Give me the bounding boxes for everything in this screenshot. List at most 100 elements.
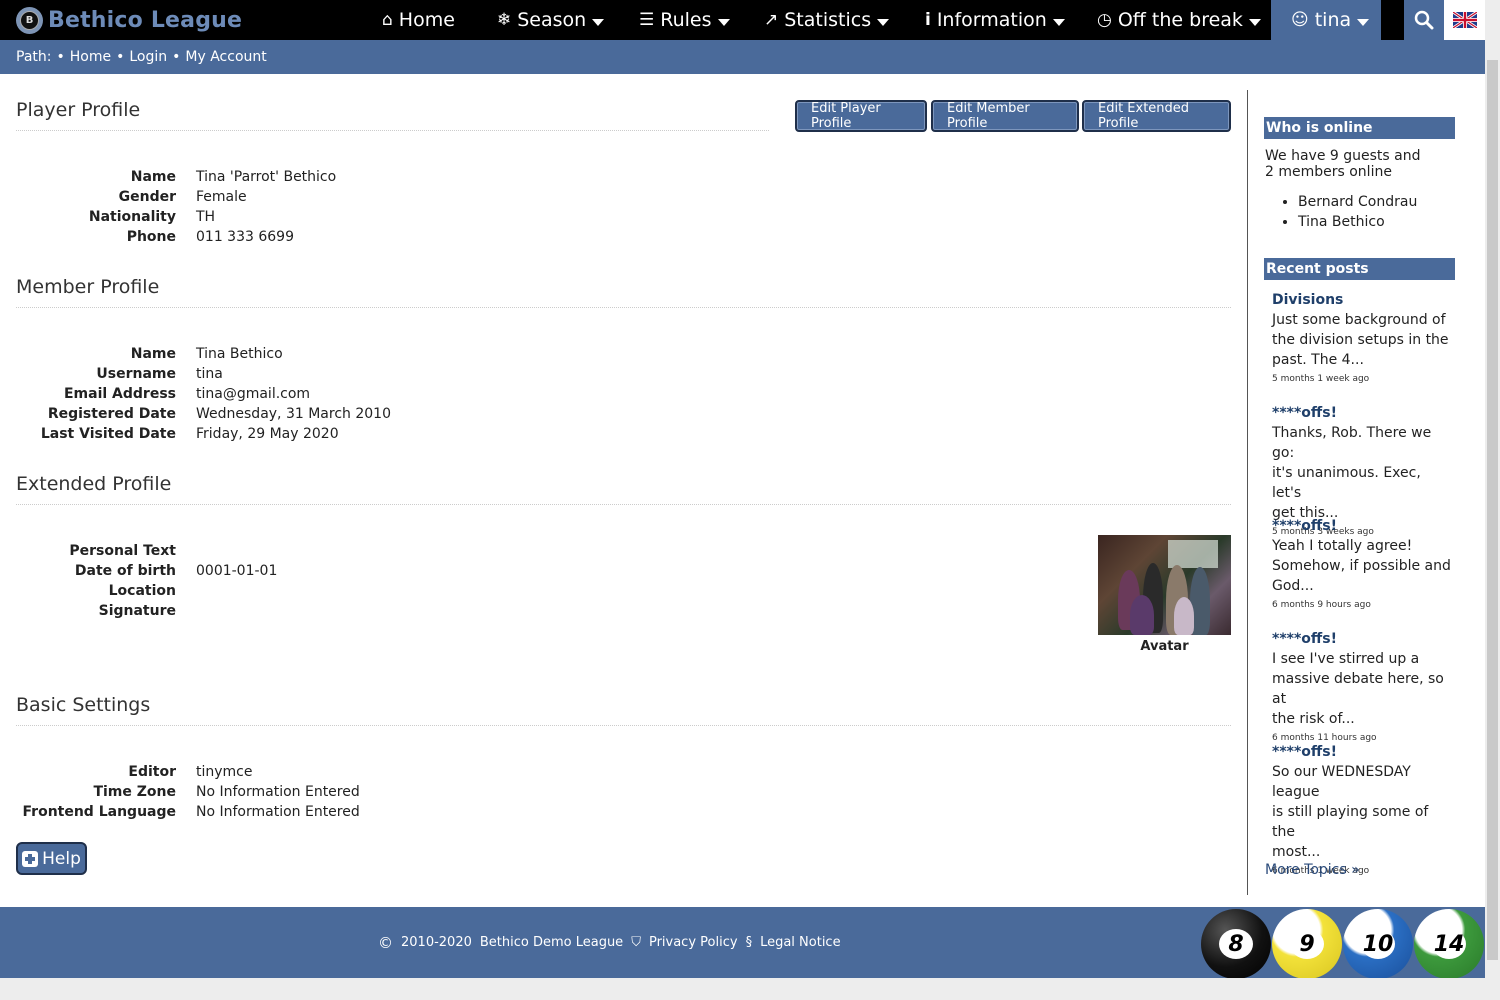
field-label: Last Visited Date (40, 426, 176, 442)
search-button[interactable] (1404, 0, 1444, 40)
ball-10-icon: 10 (1343, 909, 1413, 979)
edit-player-profile-button[interactable]: Edit Player Profile (795, 100, 927, 132)
more-topics-link[interactable]: More Topics » (1265, 862, 1360, 878)
language-flag-button[interactable] (1444, 0, 1485, 40)
field-row: Location (16, 581, 616, 601)
copyright-years: 2010-2020 (401, 935, 472, 950)
section-icon: § (745, 935, 753, 950)
field-label: Editor (128, 764, 176, 780)
field-value: tina (196, 366, 223, 382)
field-value: 011 333 6699 (196, 229, 294, 245)
user-icon: ☺ (1291, 10, 1309, 30)
brand[interactable]: B Bethico League (16, 6, 242, 34)
field-label: Username (96, 366, 176, 382)
online-summary-line: We have 9 guests and (1265, 148, 1421, 164)
document-icon: ☰ (639, 10, 655, 30)
footer-links: © 2010-2020 Bethico Demo League ⛉ Privac… (378, 907, 841, 978)
nav-statistics-label: Statistics (784, 9, 872, 31)
field-label: Gender (118, 189, 176, 205)
edit-member-profile-button[interactable]: Edit Member Profile (931, 100, 1079, 132)
scrollbar-thumb[interactable] (1487, 60, 1498, 960)
privacy-policy-link[interactable]: Privacy Policy (649, 935, 738, 950)
recent-post-title[interactable]: Divisions (1272, 290, 1452, 310)
home-icon: ⌂ (382, 10, 393, 30)
scrollbar[interactable] (1485, 0, 1500, 1000)
field-row: Date of birth 0001-01-01 (16, 561, 616, 581)
field-label: Name (130, 346, 176, 362)
brand-logo-icon: B (16, 6, 43, 34)
nav-statistics[interactable]: ↗ Statistics (764, 0, 890, 40)
ball-number: 9 (1290, 929, 1324, 959)
recent-post-title[interactable]: ****offs! (1272, 516, 1452, 536)
recent-post-title[interactable]: ****offs! (1272, 403, 1452, 423)
caret-down-icon (592, 18, 605, 26)
ball-8-icon: 8 (1201, 909, 1271, 979)
field-row: Nationality TH (16, 207, 616, 227)
player-profile-title: Player Profile (16, 99, 141, 121)
recent-post: ****offs! Yeah I totally agree! Somehow,… (1272, 516, 1452, 612)
recent-post-title[interactable]: ****offs! (1272, 629, 1452, 649)
breadcrumb-my-account[interactable]: My Account (185, 49, 266, 65)
recent-post-line: massive debate here, so at (1272, 671, 1444, 707)
nav-information[interactable]: i Information (925, 0, 1065, 40)
breadcrumb-bullet: • (172, 49, 181, 65)
member-profile-fields: Name Tina Bethico Username tina Email Addr… (16, 344, 616, 444)
chart-icon: ↗ (764, 10, 779, 30)
nav-home[interactable]: ⌂ Home (382, 0, 455, 40)
field-value: tina@gmail.com (196, 386, 311, 402)
divider (16, 725, 1231, 726)
caret-down-icon (1052, 18, 1065, 26)
recent-post-line: Thanks, Rob. There we go: (1272, 425, 1432, 461)
recent-post-line: it's unanimous. Exec, let's (1272, 465, 1421, 501)
avatar-caption: Avatar (1140, 639, 1189, 654)
nav-rules[interactable]: ☰ Rules (639, 0, 730, 40)
extended-profile-title: Extended Profile (16, 473, 172, 495)
member-profile-title: Member Profile (16, 276, 160, 298)
ball-9-icon: 9 (1272, 909, 1342, 979)
edit-extended-profile-button[interactable]: Edit Extended Profile (1082, 100, 1231, 132)
field-row: Name Tina 'Parrot' Bethico (16, 167, 616, 187)
first-aid-icon (22, 850, 39, 867)
recent-post-line: God... (1272, 578, 1314, 594)
breadcrumb-bullet: • (116, 49, 125, 65)
online-members-list: Bernard Condrau Tina Bethico (1298, 192, 1417, 232)
main-panel: Player Profile Edit Player Profile Edit … (0, 74, 1485, 907)
brand-name[interactable]: Bethico League (48, 8, 242, 33)
legal-notice-link[interactable]: Legal Notice (760, 935, 841, 950)
field-label: Personal Text (69, 543, 176, 559)
field-value: Wednesday, 31 March 2010 (196, 406, 391, 422)
nav-season[interactable]: ❄ Season (497, 0, 605, 40)
recent-post-line: past. The 4... (1272, 352, 1364, 368)
breadcrumb-login[interactable]: Login (129, 49, 167, 65)
field-row: Gender Female (16, 187, 616, 207)
who-is-online-title: Who is online (1264, 117, 1455, 139)
field-value: 0001-01-01 (196, 563, 278, 579)
avatar: Avatar (1098, 535, 1231, 654)
caret-down-icon (877, 18, 890, 26)
field-label: Name (130, 169, 176, 185)
divider (16, 130, 769, 131)
ball-number: 10 (1361, 929, 1395, 959)
nav-off-the-break[interactable]: ◷ Off the break (1097, 0, 1261, 40)
field-label: Frontend Language (22, 804, 177, 820)
divider (16, 504, 1231, 505)
nav-user-menu[interactable]: ☺ tina (1271, 0, 1381, 40)
snowflake-icon: ❄ (497, 10, 512, 30)
copyright-icon: © (378, 933, 393, 952)
help-label: Help (42, 848, 81, 869)
breadcrumb-bullet: • (56, 49, 65, 65)
help-button[interactable]: Help (16, 842, 87, 875)
brand-logo-letter: B (20, 10, 39, 30)
divider (16, 307, 1231, 308)
recent-post-line: Somehow, if possible and (1272, 558, 1451, 574)
nav-off-the-break-label: Off the break (1117, 9, 1243, 31)
field-value: tinymce (196, 764, 253, 780)
field-label: Nationality (88, 209, 176, 225)
breadcrumb-home[interactable]: Home (70, 49, 111, 65)
field-value: Female (196, 189, 247, 205)
extended-profile-fields: Personal Text Date of birth 0001-01-01 Lo… (16, 541, 616, 621)
field-value: No Information Entered (196, 804, 360, 820)
recent-post: ****offs! So our WEDNESDAY league is sti… (1272, 742, 1452, 878)
recent-post-title[interactable]: ****offs! (1272, 742, 1452, 762)
shield-icon: ⛉ (631, 935, 641, 950)
